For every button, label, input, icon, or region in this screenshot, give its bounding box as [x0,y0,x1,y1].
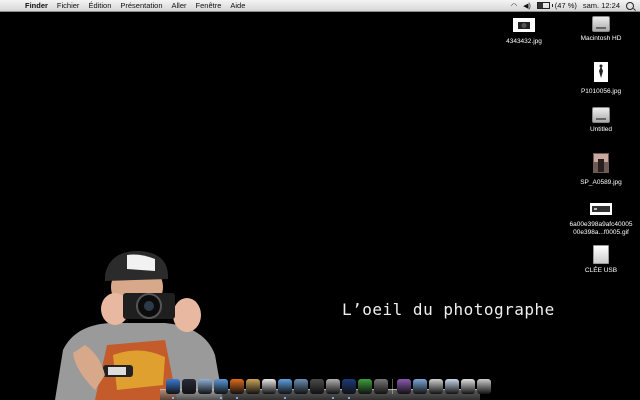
desktop-icon-gif[interactable]: 6a00e398a9afc40005 00e398a...f0005.gif [565,203,637,237]
desktop-icon-label: Untitled [589,126,613,133]
menu-bar: Finder Fichier Édition Présentation Alle… [0,0,640,12]
menu-aide[interactable]: Aide [230,1,245,10]
desktop-icon-label: Macintosh HD [580,35,622,42]
running-indicator [236,397,238,399]
running-indicator [172,397,174,399]
dock-mail-icon[interactable] [198,379,212,394]
desktop-icon-macintosh-hd[interactable]: Macintosh HD [565,16,637,43]
dock-trash-icon[interactable] [477,379,491,394]
battery-percent: (47 %) [554,1,577,10]
running-indicator [284,397,286,399]
dock-window-stack-icon[interactable] [461,379,475,394]
dock-spaces-icon[interactable] [310,379,324,394]
desktop-icon-p1010056[interactable]: P1010056.jpg [565,62,637,96]
menu-presentation[interactable]: Présentation [120,1,162,10]
running-indicator [220,397,222,399]
wallpaper-title: L’oeil du photographe [342,300,555,319]
running-indicator [332,397,334,399]
battery-icon [536,2,550,9]
menu-extras: ◠ ◀) (47 %) sam. 12:24 [511,0,634,11]
dock-ical-icon[interactable] [262,379,276,394]
volume-icon[interactable]: ◀) [523,2,531,10]
desktop-icon-label: CLÉE USB [584,267,618,274]
desktop-icon-4343432[interactable]: 4343432.jpg [488,18,560,46]
desktop-icon-untitled[interactable]: Untitled [565,107,637,134]
dock-dashboard-icon[interactable] [182,379,196,394]
menu-fenetre[interactable]: Fenêtre [196,1,222,10]
dock-address-book-icon[interactable] [246,379,260,394]
menu-edition[interactable]: Édition [88,1,111,10]
dock-dvd-icon[interactable] [397,379,411,394]
wifi-icon[interactable]: ◠ [511,2,517,10]
menu-finder[interactable]: Finder [25,1,48,10]
hard-drive-icon [592,16,610,32]
desktop-icon-label: SP_A0589.jpg [580,179,622,186]
battery-status[interactable]: (47 %) [536,1,577,10]
dock-applications-folder-icon[interactable] [413,379,427,394]
dock-finder-icon[interactable] [166,379,180,399]
image-icon [590,203,612,215]
menu-fichier[interactable]: Fichier [57,1,80,10]
dock [160,376,491,400]
photo-icon [594,62,608,82]
battery-level [537,3,543,8]
desktop-icon-label: 6a00e398a9afc40005 00e398a...f0005.gif [569,221,633,236]
menu-aller[interactable]: Aller [172,1,187,10]
desktop-icon-sp-a0589[interactable]: SP_A0589.jpg [565,153,637,187]
dock-photoshop-icon[interactable] [342,379,356,399]
hard-drive-icon [592,107,610,123]
desktop-icon-label: 4343432.jpg [506,38,542,45]
dock-itunes-icon[interactable] [278,379,292,399]
dock-items [166,379,491,399]
dock-safari-icon[interactable] [214,379,228,399]
desktop-icon-clee-usb[interactable]: CLÉE USB [565,245,637,275]
battery-nub [551,4,553,7]
dock-separator [392,379,393,394]
dock-downloads-icon[interactable] [445,379,459,394]
running-indicator [348,397,350,399]
camera-image-icon [513,18,535,32]
dock-documents-icon[interactable] [429,379,443,394]
dock-iphoto-icon[interactable] [294,379,308,394]
dock-preview-icon[interactable] [326,379,340,399]
dock-firefox-icon[interactable] [230,379,244,399]
clock[interactable]: sam. 12:24 [583,1,620,10]
spotlight-search-icon[interactable] [626,1,634,10]
photo-icon [593,153,609,173]
usb-drive-icon [593,245,609,264]
dock-msn-icon[interactable] [358,379,372,394]
desktop-icon-label: P1010056.jpg [580,88,622,95]
dock-system-preferences-icon[interactable] [374,379,388,394]
